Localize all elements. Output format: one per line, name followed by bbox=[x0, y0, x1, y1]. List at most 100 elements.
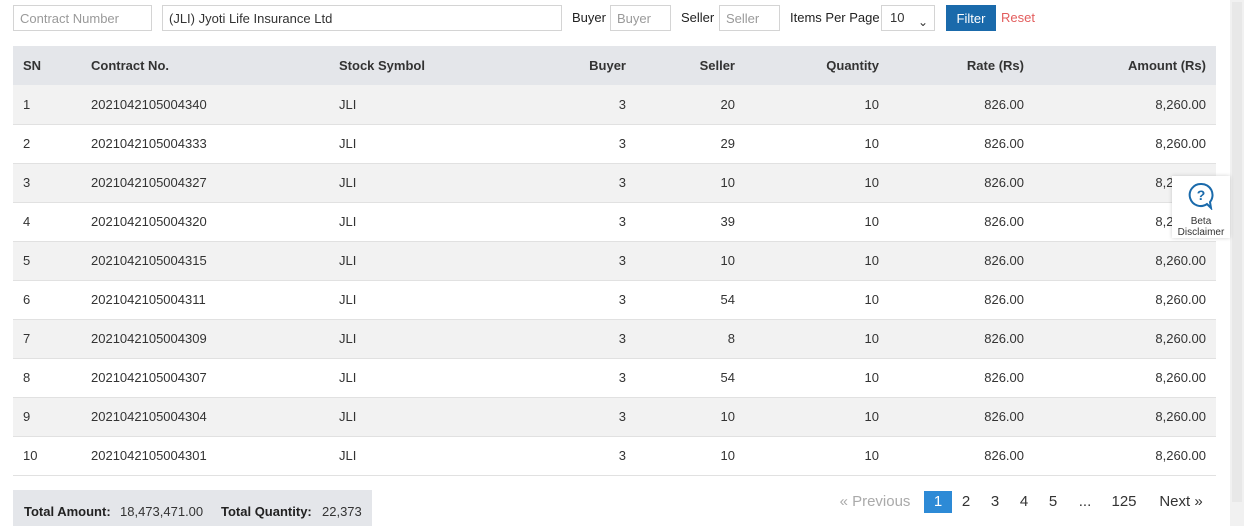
cell-amount: 8,260.00 bbox=[1034, 397, 1216, 437]
page-1-button[interactable]: 1 bbox=[924, 491, 952, 513]
table-header-row: SN Contract No. Stock Symbol Buyer Selle… bbox=[13, 46, 1216, 85]
table-row: 1 2021042105004340 JLI 3 20 10 826.00 8,260.00 bbox=[13, 85, 1216, 125]
cell-quantity: 10 bbox=[745, 163, 889, 203]
page-scrollbar[interactable] bbox=[1230, 0, 1244, 526]
chevron-down-icon: ⌄ bbox=[917, 15, 928, 29]
cell-symbol: JLI bbox=[329, 163, 529, 203]
cell-sn: 10 bbox=[13, 436, 81, 476]
next-page-link[interactable]: Next » bbox=[1152, 491, 1210, 513]
cell-amount: 8,260.00 bbox=[1034, 85, 1216, 125]
buyer-label: Buyer bbox=[572, 10, 606, 25]
cell-contract: 2021042105004309 bbox=[81, 319, 329, 359]
cell-seller: 10 bbox=[636, 241, 745, 281]
cell-amount: 8,260.00 bbox=[1034, 124, 1216, 164]
cell-sn: 7 bbox=[13, 319, 81, 359]
cell-rate: 826.00 bbox=[889, 163, 1034, 203]
seller-label: Seller bbox=[681, 10, 715, 25]
page-2-button[interactable]: 2 bbox=[955, 491, 977, 513]
cell-sn: 8 bbox=[13, 358, 81, 398]
header-sn: SN bbox=[13, 46, 81, 85]
cell-quantity: 10 bbox=[745, 319, 889, 359]
page-4-button[interactable]: 4 bbox=[1013, 491, 1035, 513]
cell-seller: 20 bbox=[636, 85, 745, 125]
cell-amount: 8,260.00 bbox=[1034, 280, 1216, 320]
table-row: 32021042105004327JLI31010826.008,260.00 bbox=[13, 163, 1216, 203]
page-5-button[interactable]: 5 bbox=[1042, 491, 1064, 513]
cell-contract: 2021042105004340 bbox=[81, 85, 329, 125]
cell-buyer: 3 bbox=[529, 163, 636, 203]
cell-contract: 2021042105004327 bbox=[81, 163, 329, 203]
cell-buyer: 3 bbox=[529, 436, 636, 476]
table-row: 9 2021042105004304 JLI 3 10 10 826.00 8,260.00 bbox=[13, 397, 1216, 437]
seller-input[interactable] bbox=[719, 5, 780, 31]
cell-symbol: JLI bbox=[329, 319, 529, 359]
disclaimer-label: Disclaimer bbox=[1177, 227, 1225, 238]
cell-symbol: JLI bbox=[329, 436, 529, 476]
header-rate: Rate (Rs) bbox=[889, 46, 1034, 85]
cell-quantity: 10 bbox=[745, 85, 889, 125]
beta-label: Beta bbox=[1190, 216, 1212, 227]
cell-rate: 826.00 bbox=[889, 85, 1034, 125]
cell-buyer: 3 bbox=[529, 202, 636, 242]
table-row: 10 2021042105004301 JLI 3 10 10 826.00 8,260.00 bbox=[13, 436, 1216, 476]
cell-sn: 1 bbox=[13, 85, 81, 125]
table-row: 7 2021042105004309 JLI 3 8 10 826.00 8,260.00 bbox=[13, 319, 1216, 359]
cell-quantity: 10 bbox=[745, 436, 889, 476]
cell-buyer: 3 bbox=[529, 241, 636, 281]
floorsheet-table: SN Contract No. Stock Symbol Buyer Selle… bbox=[13, 46, 1216, 476]
total-amount-label: Total Amount: bbox=[24, 504, 111, 519]
cell-amount: 8,260.00 bbox=[1034, 319, 1216, 359]
cell-quantity: 10 bbox=[745, 397, 889, 437]
cell-symbol: JLI bbox=[329, 202, 529, 242]
page-125-button[interactable]: 125 bbox=[1106, 491, 1142, 513]
cell-symbol: JLI bbox=[329, 358, 529, 398]
reset-link[interactable]: Reset bbox=[1001, 10, 1035, 25]
cell-rate: 826.00 bbox=[889, 202, 1034, 242]
cell-contract: 2021042105004333 bbox=[81, 124, 329, 164]
company-input[interactable] bbox=[162, 5, 562, 31]
total-quantity-label: Total Quantity: bbox=[221, 504, 312, 519]
scrollbar-thumb[interactable] bbox=[1232, 2, 1242, 502]
table-row: 42021042105004320JLI33910826.008,260.00 bbox=[13, 202, 1216, 242]
cell-amount: 8,260.00 bbox=[1034, 358, 1216, 398]
total-amount-value: 18,473,471.00 bbox=[120, 504, 204, 519]
cell-quantity: 10 bbox=[745, 358, 889, 398]
page-3-button[interactable]: 3 bbox=[984, 491, 1006, 513]
previous-page-link[interactable]: « Previous bbox=[834, 491, 916, 513]
cell-buyer: 3 bbox=[529, 319, 636, 359]
contract-number-input[interactable] bbox=[13, 5, 152, 31]
cell-rate: 826.00 bbox=[889, 358, 1034, 398]
cell-seller: 39 bbox=[636, 202, 745, 242]
cell-buyer: 3 bbox=[529, 358, 636, 398]
cell-quantity: 10 bbox=[745, 280, 889, 320]
total-quantity-value: 22,373 bbox=[322, 504, 362, 519]
cell-symbol: JLI bbox=[329, 280, 529, 320]
cell-rate: 826.00 bbox=[889, 319, 1034, 359]
cell-rate: 826.00 bbox=[889, 397, 1034, 437]
cell-rate: 826.00 bbox=[889, 241, 1034, 281]
cell-contract: 2021042105004315 bbox=[81, 241, 329, 281]
header-buyer: Buyer bbox=[529, 46, 636, 85]
beta-disclaimer-button[interactable]: ? Beta Disclaimer bbox=[1172, 176, 1230, 238]
cell-buyer: 3 bbox=[529, 280, 636, 320]
cell-rate: 826.00 bbox=[889, 124, 1034, 164]
buyer-input[interactable] bbox=[610, 5, 671, 31]
question-bubble-icon: ? bbox=[1188, 182, 1214, 210]
cell-buyer: 3 bbox=[529, 124, 636, 164]
totals-bar: Total Amount: 18,473,471.00 Total Quanti… bbox=[13, 490, 372, 526]
cell-rate: 826.00 bbox=[889, 436, 1034, 476]
filter-button[interactable]: Filter bbox=[946, 5, 996, 31]
cell-seller: 10 bbox=[636, 436, 745, 476]
table-row: 2 2021042105004333 JLI 3 29 10 826.00 8,260.00 bbox=[13, 124, 1216, 164]
cell-buyer: 3 bbox=[529, 397, 636, 437]
cell-contract: 2021042105004301 bbox=[81, 436, 329, 476]
items-per-page-select[interactable]: 10 ⌄ bbox=[881, 5, 935, 31]
cell-seller: 10 bbox=[636, 397, 745, 437]
cell-sn: 5 bbox=[13, 241, 81, 281]
cell-amount: 8,260.00 bbox=[1034, 241, 1216, 281]
filter-bar: Buyer Seller Items Per Page 10 ⌄ Filter … bbox=[0, 0, 1244, 36]
cell-quantity: 10 bbox=[745, 202, 889, 242]
cell-symbol: JLI bbox=[329, 397, 529, 437]
cell-contract: 2021042105004304 bbox=[81, 397, 329, 437]
cell-quantity: 10 bbox=[745, 241, 889, 281]
